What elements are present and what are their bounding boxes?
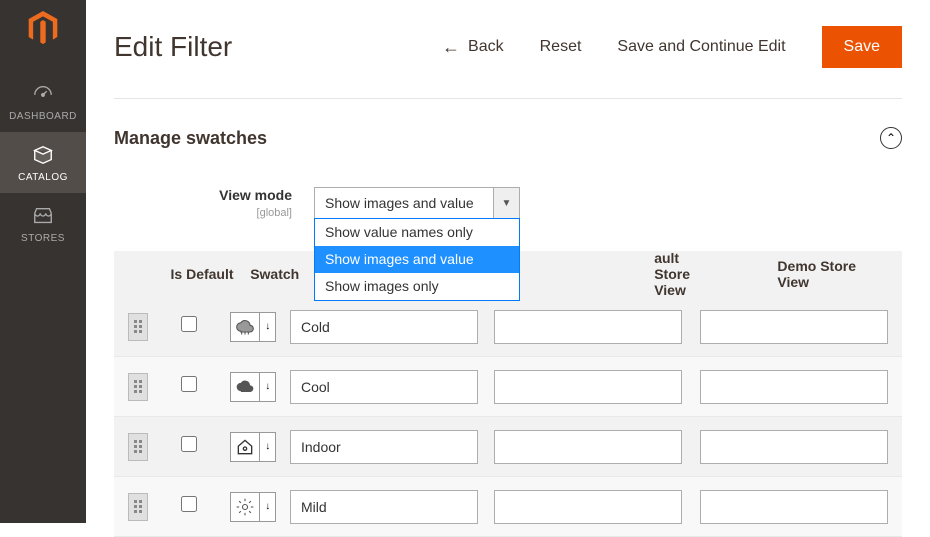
swatch-house-icon [230,432,260,462]
save-continue-button[interactable]: Save and Continue Edit [617,38,785,56]
default-store-input[interactable] [494,310,682,344]
default-store-input[interactable] [494,370,682,404]
swatch-picker[interactable]: ↓ [230,492,280,522]
stores-icon [32,205,54,227]
th-is-default: Is Default [160,266,244,282]
table-row: ↓ [114,297,902,357]
page-header: Edit Filter ← Back Reset Save and Contin… [114,0,902,99]
view-mode-option[interactable]: Show value names only [315,219,519,246]
th-demo-store: Demo Store View [695,258,888,290]
swatch-caret-icon[interactable]: ↓ [260,312,276,342]
demo-store-input[interactable] [700,430,888,464]
is-default-checkbox[interactable] [181,436,197,452]
th-default-store: ault Store View [498,250,695,298]
default-store-input[interactable] [494,490,682,524]
back-button[interactable]: ← Back [442,37,504,58]
demo-store-input[interactable] [700,490,888,524]
drag-handle[interactable] [128,433,148,461]
swatch-picker[interactable]: ↓ [230,372,280,402]
section-title: Manage swatches [114,128,267,149]
view-mode-selected: Show images and value [315,188,493,218]
admin-input[interactable] [290,430,478,464]
view-mode-select[interactable]: Show images and value ▼ Show value names… [314,187,520,219]
demo-store-input[interactable] [700,370,888,404]
admin-input[interactable] [290,490,478,524]
table-row: ↓ [114,357,902,417]
view-mode-label: View mode [194,187,292,203]
table-row: ↓ [114,417,902,477]
collapse-section-button[interactable]: ⌃ [880,127,902,149]
default-store-input[interactable] [494,430,682,464]
nav-dashboard-label: DASHBOARD [0,111,86,122]
chevron-up-icon: ⌃ [886,131,896,145]
demo-store-input[interactable] [700,310,888,344]
swatch-caret-icon[interactable]: ↓ [260,372,276,402]
table-row: ↓ [114,477,902,537]
admin-input[interactable] [290,310,478,344]
swatch-caret-icon[interactable]: ↓ [260,492,276,522]
page-title: Edit Filter [114,31,232,63]
save-button[interactable]: Save [822,26,902,68]
dashboard-icon [32,83,54,105]
dropdown-caret-icon[interactable]: ▼ [493,188,519,218]
is-default-checkbox[interactable] [181,496,197,512]
drag-handle[interactable] [128,493,148,521]
view-mode-dropdown: Show value names only Show images and va… [314,218,520,301]
view-mode-scope: [global] [257,207,292,219]
back-label: Back [468,38,504,56]
admin-input[interactable] [290,370,478,404]
side-navigation: DASHBOARD CATALOG STORES [0,0,86,523]
swatch-sun-icon [230,492,260,522]
nav-stores-label: STORES [0,233,86,244]
th-swatch: Swatch [244,266,310,282]
swatch-caret-icon[interactable]: ↓ [260,432,276,462]
nav-catalog[interactable]: CATALOG [0,132,86,193]
view-mode-option[interactable]: Show images only [315,273,519,300]
reset-button[interactable]: Reset [540,38,582,56]
catalog-icon [32,144,54,166]
magento-logo[interactable] [25,10,61,46]
nav-stores[interactable]: STORES [0,193,86,254]
view-mode-option[interactable]: Show images and value [315,246,519,273]
swatch-picker[interactable]: ↓ [230,432,280,462]
swatch-cloud-icon [230,372,260,402]
is-default-checkbox[interactable] [181,376,197,392]
swatch-picker[interactable]: ↓ [230,312,280,342]
swatch-snowflake-icon [230,312,260,342]
drag-handle[interactable] [128,373,148,401]
is-default-checkbox[interactable] [181,316,197,332]
drag-handle[interactable] [128,313,148,341]
back-arrow-icon: ← [442,37,460,58]
nav-dashboard[interactable]: DASHBOARD [0,71,86,132]
nav-catalog-label: CATALOG [0,172,86,183]
